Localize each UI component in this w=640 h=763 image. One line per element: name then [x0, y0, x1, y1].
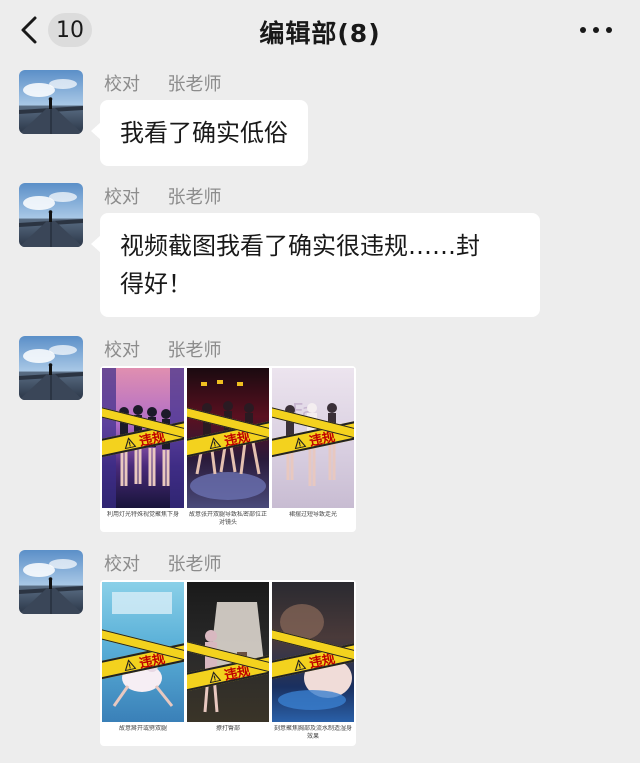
more-icon — [606, 27, 612, 33]
screenshot-panel: 违规 利用灯光特殊视觉聚焦下身 — [102, 368, 184, 530]
screenshot-image: 违规 — [272, 582, 354, 722]
screenshot-caption: 故意掰开或劈双腿 — [118, 725, 167, 732]
image-message[interactable]: 违规 故意掰开或劈双腿 违规 撩打臀部 违规 刻意聚焦胸部及流水制造湿身效果 — [100, 580, 356, 746]
image-message[interactable]: 违规 利用灯光特殊视觉聚焦下身 违规 故意张开双腿导致私密部位正对镜头 Fa 违… — [100, 366, 356, 532]
more-button[interactable] — [580, 22, 612, 38]
sender-name: 校对 张老师 — [104, 554, 222, 575]
screenshot-caption: 裙摆过短导致走光 — [288, 511, 337, 518]
sender-name: 校对 张老师 — [104, 340, 222, 361]
chat-title: 编辑部(8) — [259, 19, 381, 48]
message-text: 我看了确实低俗 — [120, 119, 288, 147]
message-bubble[interactable]: 我看了确实低俗 — [91, 100, 308, 166]
avatar[interactable] — [19, 550, 83, 614]
warning-icon — [122, 657, 136, 670]
screenshot-image: Fa 违规 — [272, 368, 354, 508]
screenshot-caption: 刻意聚焦胸部及流水制造湿身效果 — [274, 725, 352, 740]
screenshot-image: 违规 — [102, 368, 184, 508]
screenshot-caption: 利用灯光特殊视觉聚焦下身 — [106, 511, 179, 518]
warning-icon — [122, 435, 136, 448]
avatar[interactable] — [19, 183, 83, 247]
warning-icon — [207, 435, 221, 448]
warning-icon — [292, 657, 306, 670]
screenshot-caption: 撩打臀部 — [215, 725, 240, 732]
screenshot-panel: 违规 故意张开双腿导致私密部位正对镜头 — [187, 368, 269, 530]
screenshot-panel: 违规 撩打臀部 — [187, 582, 269, 744]
warning-icon — [207, 669, 221, 682]
more-icon — [580, 27, 586, 33]
screenshot-panel: 违规 刻意聚焦胸部及流水制造湿身效果 — [272, 582, 354, 744]
sender-name: 校对 张老师 — [104, 74, 222, 95]
screenshot-caption: 故意张开双腿导致私密部位正对镜头 — [189, 511, 267, 526]
warning-icon — [292, 435, 306, 448]
screenshot-image: 违规 — [187, 368, 269, 508]
more-icon — [593, 27, 599, 33]
screenshot-panel: Fa 违规 裙摆过短导致走光 — [272, 368, 354, 530]
screenshot-image: 违规 — [187, 582, 269, 722]
sender-name: 校对 张老师 — [104, 187, 222, 208]
avatar[interactable] — [19, 70, 83, 134]
screenshot-panel: 违规 故意掰开或劈双腿 — [102, 582, 184, 744]
screenshot-image: 违规 — [102, 582, 184, 722]
message-text-line: 视频截图我看了确实很违规……封 — [120, 232, 480, 260]
message-text-line: 得好！ — [120, 270, 192, 298]
avatar[interactable] — [19, 336, 83, 400]
message-bubble[interactable]: 视频截图我看了确实很违规……封 得好！ — [91, 213, 540, 317]
chat-header: 10 编辑部(8) — [0, 0, 640, 62]
